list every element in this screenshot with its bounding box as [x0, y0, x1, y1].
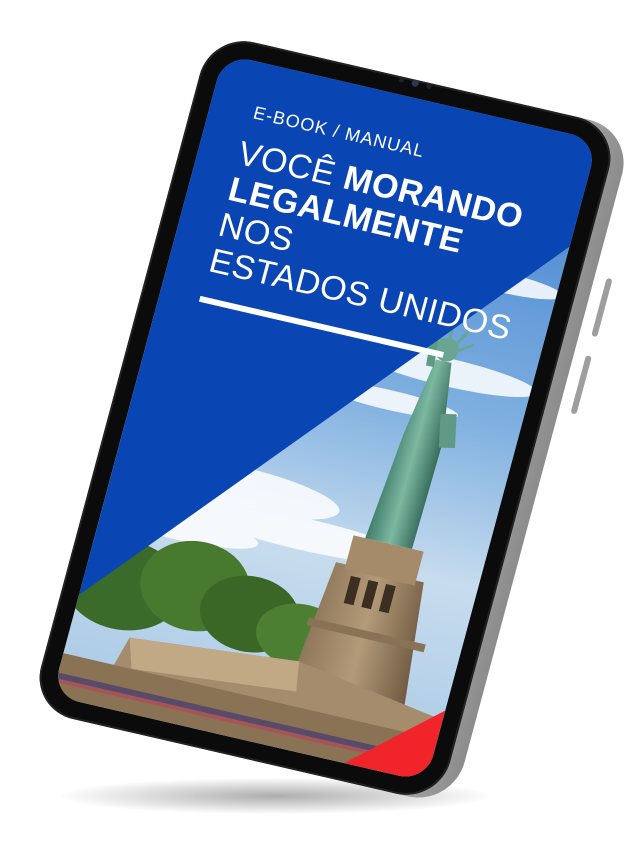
power-button	[570, 355, 592, 415]
sensor-dot	[425, 82, 432, 89]
volume-button	[591, 277, 613, 338]
sensor-dot	[398, 76, 405, 83]
ebook-cover-screen[interactable]: E-BOOK / MANUAL VOCÊ MORANDO LEGALMENTE …	[51, 53, 599, 783]
tablet-device: E-BOOK / MANUAL VOCÊ MORANDO LEGALMENTE …	[29, 32, 634, 807]
camera-lens-icon	[410, 78, 420, 87]
tablet-frame: E-BOOK / MANUAL VOCÊ MORANDO LEGALMENTE …	[29, 32, 621, 804]
